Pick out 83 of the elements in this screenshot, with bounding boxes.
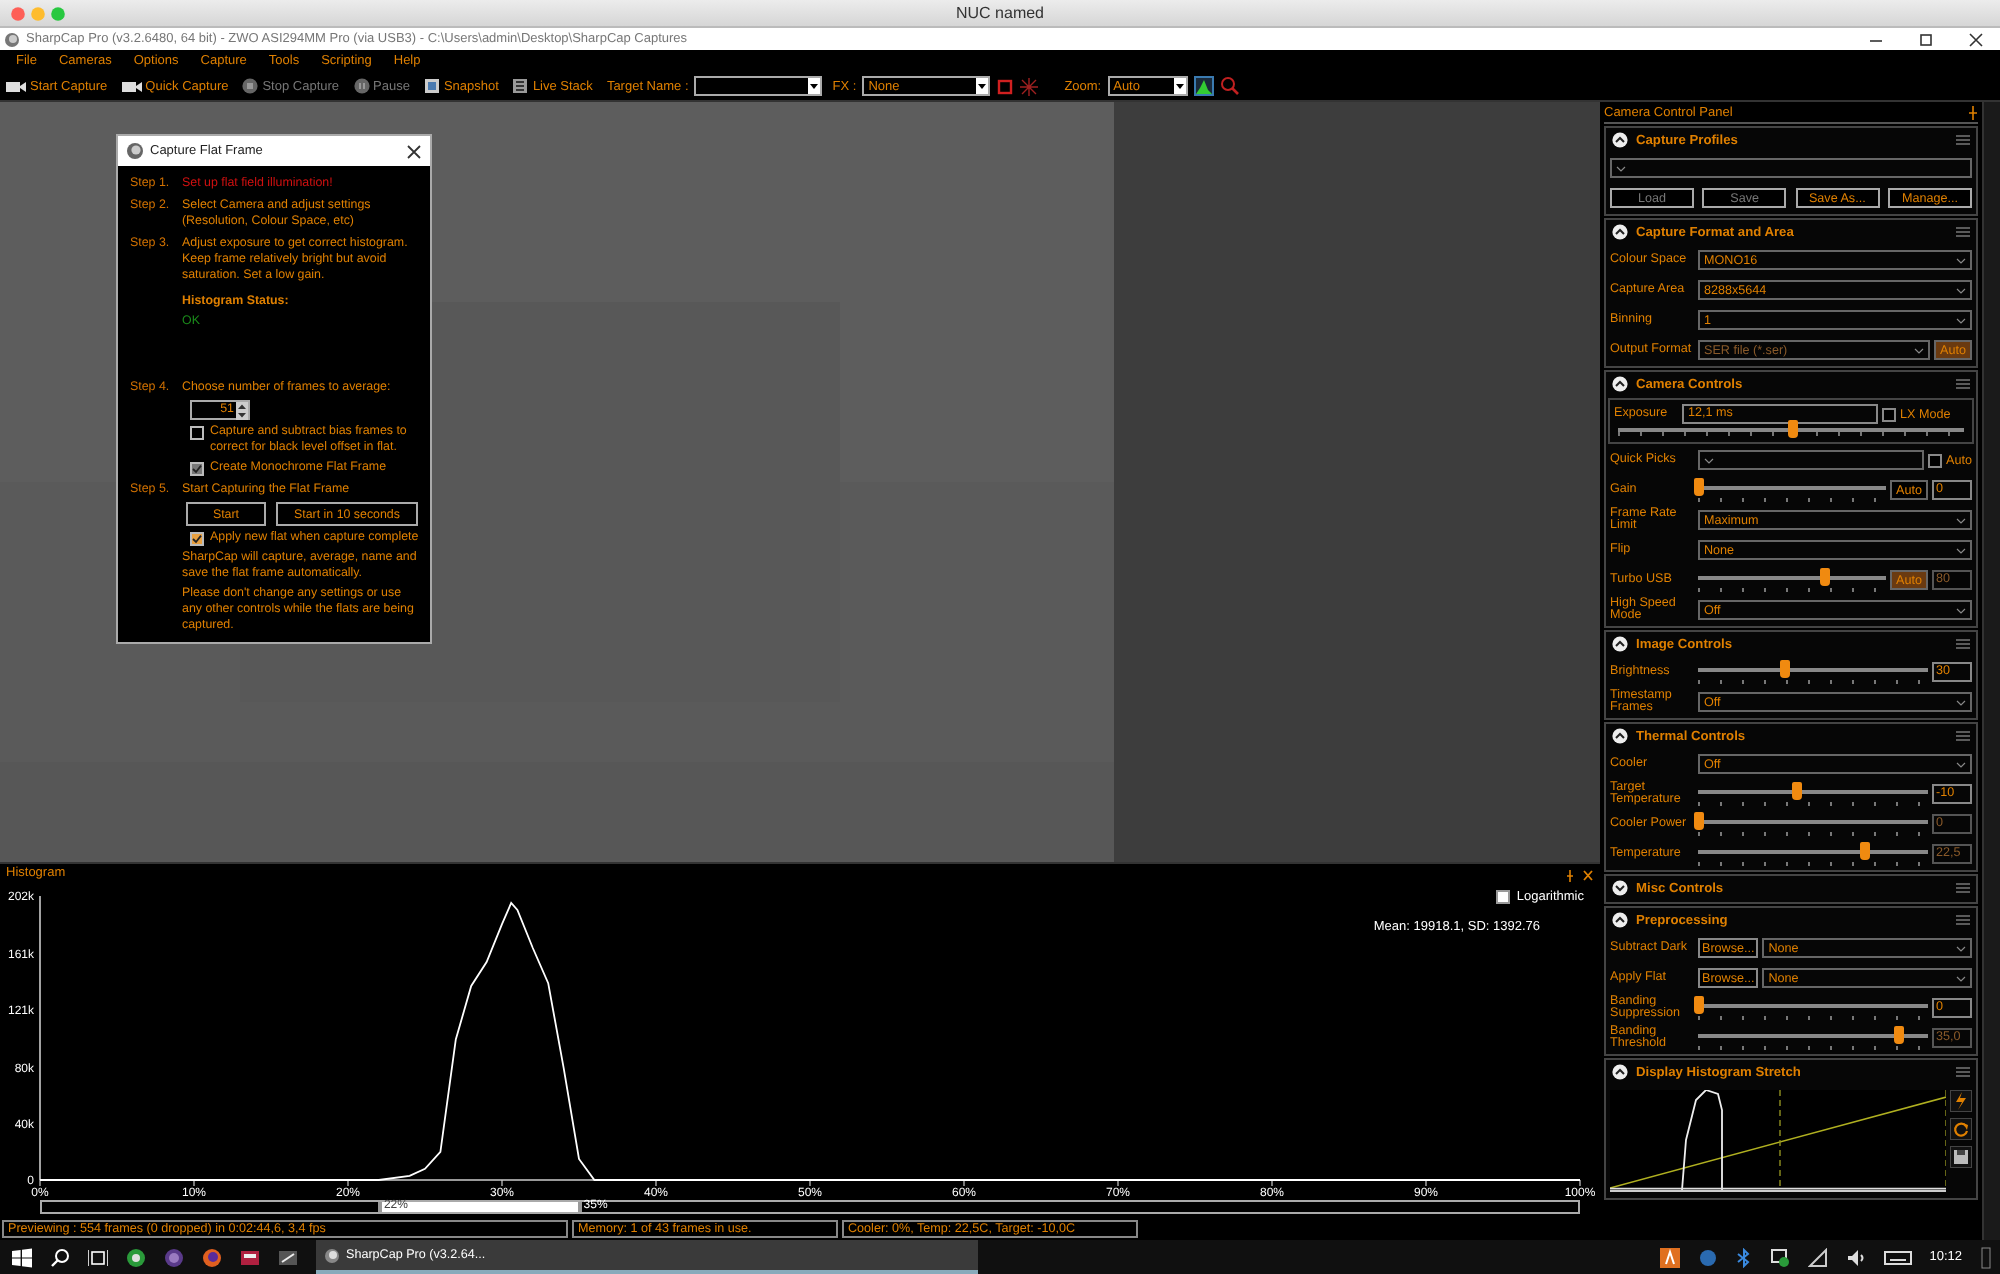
speaker-icon[interactable] xyxy=(1845,1247,1866,1267)
app-icon[interactable] xyxy=(1659,1247,1680,1267)
square-icon[interactable] xyxy=(996,77,1015,95)
caret-icon xyxy=(1956,759,1966,769)
menu-icon[interactable] xyxy=(1956,914,1970,926)
chevron-icon[interactable] xyxy=(1612,224,1628,240)
chevron-icon[interactable] xyxy=(1612,376,1628,392)
slider-thumb[interactable] xyxy=(1694,996,1704,1014)
app-logo-icon xyxy=(4,31,20,47)
chevron-icon[interactable] xyxy=(1612,1064,1628,1080)
range-fill[interactable] xyxy=(379,1202,580,1212)
target-name-field[interactable] xyxy=(694,76,823,96)
caret-icon xyxy=(1956,605,1966,615)
bluetooth-icon[interactable] xyxy=(1735,1247,1752,1267)
task-view-icon[interactable] xyxy=(88,1247,108,1267)
menu-icon[interactable] xyxy=(1956,226,1970,238)
keyboard-icon[interactable] xyxy=(1883,1247,1912,1267)
caret-icon xyxy=(1173,78,1186,94)
caret-icon xyxy=(1956,285,1966,295)
caret-icon xyxy=(1956,697,1966,707)
pin-close-icon[interactable] xyxy=(1566,870,1594,882)
caret-icon xyxy=(1704,455,1714,465)
menu-icon[interactable] xyxy=(1956,1066,1970,1078)
range-handle[interactable] xyxy=(577,1202,582,1212)
browser-icon[interactable] xyxy=(202,1247,222,1267)
slider-thumb[interactable] xyxy=(1792,782,1803,800)
checkbox[interactable] xyxy=(190,425,204,439)
windows-logo-icon[interactable] xyxy=(12,1247,32,1267)
chevron-icon[interactable] xyxy=(1612,636,1628,652)
range-handle[interactable] xyxy=(377,1202,382,1212)
spinner-arrows-icon[interactable] xyxy=(236,401,248,419)
caret-icon xyxy=(1956,973,1966,983)
checkbox[interactable] xyxy=(1496,890,1511,904)
close-icon[interactable] xyxy=(1968,31,1984,47)
app-icon[interactable] xyxy=(278,1247,298,1267)
stop-icon xyxy=(242,78,259,94)
stack-icon xyxy=(512,78,529,94)
slider-thumb[interactable] xyxy=(1779,660,1790,678)
crosshair-icon[interactable] xyxy=(1020,77,1039,95)
search-icon[interactable] xyxy=(50,1247,70,1267)
caret-icon xyxy=(1616,163,1626,173)
close-icon[interactable] xyxy=(406,143,422,159)
camera-icon xyxy=(121,79,142,93)
caret-icon xyxy=(1956,255,1966,265)
snapshot-icon xyxy=(423,78,440,94)
pin-icon[interactable] xyxy=(1968,105,1978,119)
menu-icon[interactable] xyxy=(1956,730,1970,742)
app-logo-icon xyxy=(126,142,144,160)
scrollbar[interactable] xyxy=(1982,102,2000,1240)
caret-icon xyxy=(1956,515,1966,525)
camera-icon xyxy=(6,79,26,93)
caret-icon xyxy=(976,78,989,94)
maximize-icon[interactable] xyxy=(1918,31,1934,47)
app-logo-icon xyxy=(324,1247,340,1263)
slider-thumb[interactable] xyxy=(1694,478,1704,496)
dropdown[interactable] xyxy=(1610,158,1972,178)
histogram-icon[interactable] xyxy=(1193,76,1214,96)
chevron-icon[interactable] xyxy=(1612,728,1628,744)
network-icon[interactable] xyxy=(1769,1247,1790,1267)
caret-icon xyxy=(1956,545,1966,555)
reset-icon[interactable] xyxy=(1950,1118,1972,1140)
lightning-icon[interactable] xyxy=(1950,1090,1972,1112)
pause-icon xyxy=(353,78,370,94)
save-icon[interactable] xyxy=(1950,1146,1972,1168)
menu-icon[interactable] xyxy=(1956,134,1970,146)
window-title: NUC named xyxy=(953,4,1046,22)
wifi-icon[interactable] xyxy=(1807,1247,1828,1267)
caret-icon xyxy=(1956,943,1966,953)
menu-icon[interactable] xyxy=(1956,378,1970,390)
caret-icon xyxy=(808,78,821,94)
app-icon[interactable] xyxy=(240,1247,260,1267)
caret-icon xyxy=(1956,315,1966,325)
chevron-icon[interactable] xyxy=(1612,880,1628,896)
checkbox[interactable] xyxy=(1928,453,1943,467)
chevron-icon[interactable] xyxy=(1612,912,1628,928)
checkbox[interactable] xyxy=(1882,407,1896,421)
menu-icon[interactable] xyxy=(1956,638,1970,650)
slider-thumb[interactable] xyxy=(1787,420,1797,438)
caret-icon xyxy=(1914,345,1925,355)
dropdown[interactable] xyxy=(1698,450,1925,470)
checkbox[interactable] xyxy=(190,531,204,545)
menu-icon[interactable] xyxy=(1956,882,1970,894)
chevron-icon[interactable] xyxy=(1612,132,1628,148)
